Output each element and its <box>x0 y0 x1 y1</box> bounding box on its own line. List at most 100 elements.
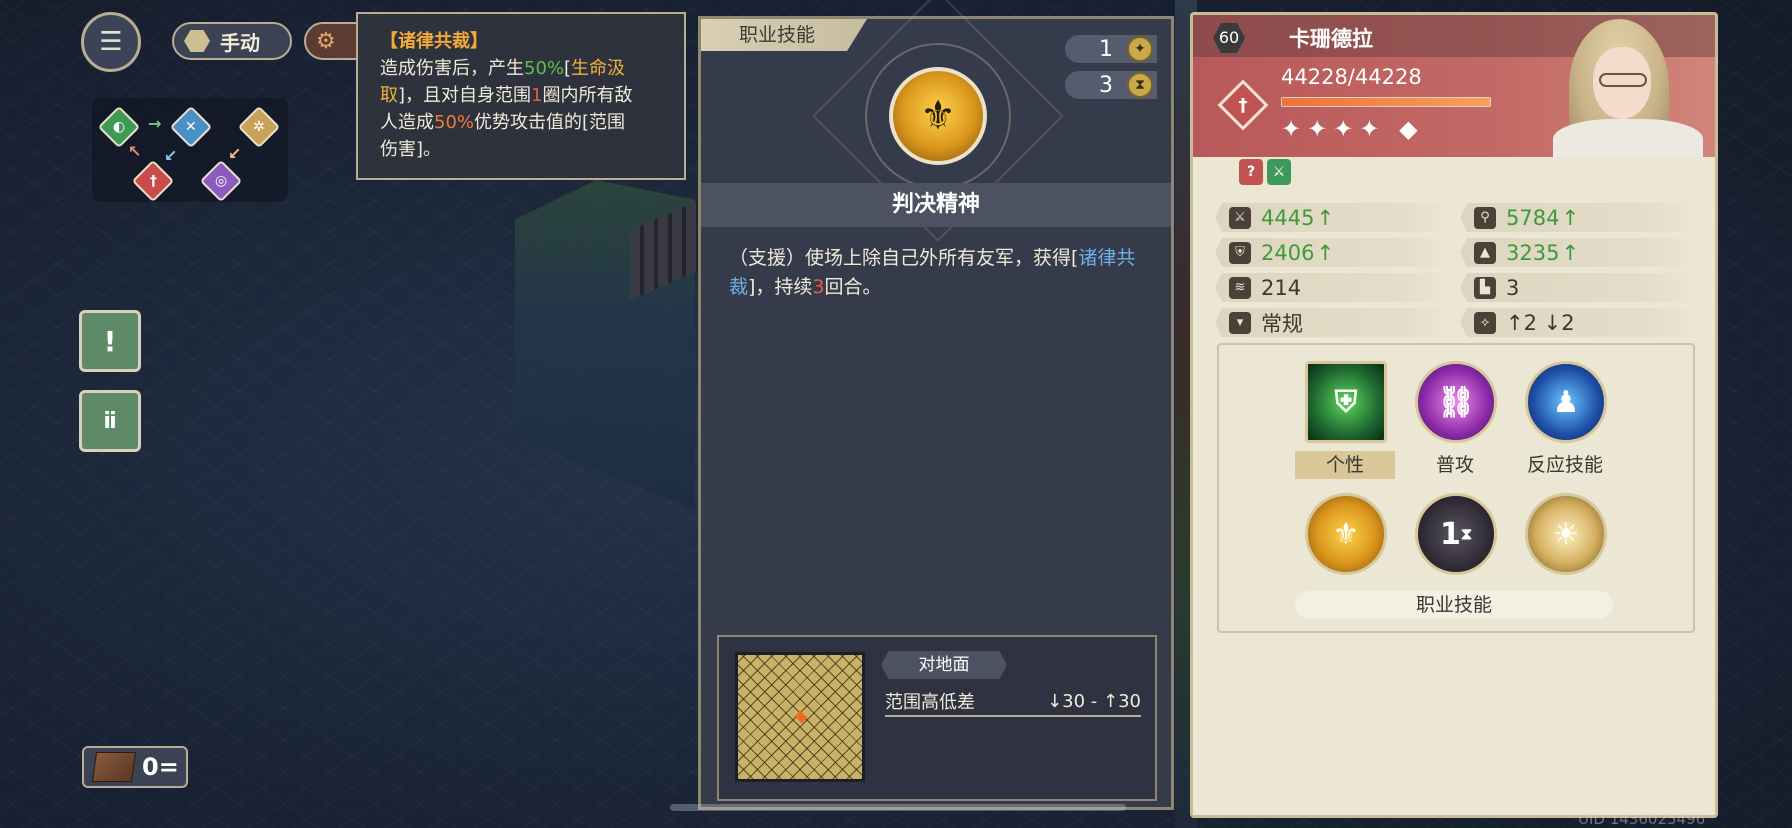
height-difference-value: ↓30 - ↑30 <box>1047 690 1141 712</box>
character-portrait[interactable] <box>1533 15 1715 157</box>
menu-button[interactable]: ☰ <box>81 12 141 72</box>
skill-cooldown-pill: 3 ⧗ <box>1065 71 1157 99</box>
status-effects: ? ⚔ <box>1239 159 1291 185</box>
stat-value: 2406 <box>1261 240 1315 265</box>
class-skill-label: 职业技能 <box>1295 591 1613 619</box>
reaction-skill-label: 反应技能 <box>1526 454 1603 476</box>
terrain-block-counter[interactable]: 0= <box>82 746 188 788</box>
star-coin-icon: ✦ <box>1127 36 1153 62</box>
range-info-box: 对地面 范围高低差 ↓30 - ↑30 <box>717 635 1157 801</box>
auto-battle-button[interactable]: ⚙ <box>304 22 364 60</box>
skill-emblem: ⚜ <box>812 0 1064 242</box>
trait-skill-icon[interactable]: ⛨ <box>1305 361 1387 443</box>
skill-cooldown-value: 3 <box>1099 72 1113 98</box>
class-skill-2-icon[interactable]: 1 ⧗ <box>1415 493 1497 575</box>
arrow-icon: ↙ <box>164 146 178 165</box>
stat-value: 常规 <box>1261 311 1303 336</box>
stat-row: ⛨ 2406 ↑ <box>1215 238 1450 267</box>
trait-label: 个性 <box>1295 451 1395 479</box>
range-center-marker <box>794 710 808 724</box>
warrior-class-icon: † <box>1217 79 1269 131</box>
stat-value: 214 <box>1261 275 1302 300</box>
units-icon: ⅱ <box>103 408 117 434</box>
skill-cost-value: 1 <box>1099 36 1113 62</box>
lancer-class-icon: ✕ <box>169 105 213 149</box>
character-name: 卡珊德拉 <box>1289 27 1373 51</box>
skill-cost-pill: 1 ✦ <box>1065 35 1157 63</box>
arrow-icon: ↖ <box>128 142 142 161</box>
tooltip-line-2: 取]，且对自身范围1圈内所有敌 <box>380 85 633 106</box>
hexagon-icon <box>184 30 210 52</box>
mage-class-icon: ◎ <box>199 159 243 203</box>
stat-row: ▲ 3235 ↑ <box>1460 238 1695 267</box>
skill-description: （支援）使场上除自己外所有友军，获得[诸律共裁]，持续3回合。 <box>729 247 1136 298</box>
stat-arrow: ↑ <box>1561 240 1580 265</box>
stat-row: ▙ 3 <box>1460 273 1695 302</box>
sword-icon: ⚔ <box>1229 206 1251 229</box>
tooltip-line-1: 造成伤害后，产生50%[生命汲 <box>380 58 626 79</box>
wing-icon: ≋ <box>1229 276 1251 299</box>
cooldown-count: 1 <box>1439 516 1461 552</box>
hp-bar-fill <box>1282 98 1490 106</box>
block-count: 0= <box>142 753 179 781</box>
mode-label: 手动 <box>220 30 260 55</box>
stat-row: ⚔ 4445 ↑ <box>1215 203 1450 232</box>
arrow-icon: ↙ <box>228 144 242 163</box>
class-advantage-chart[interactable]: ◐ → ✕ ✲ ↖ ↙ ↙ † ◎ <box>92 98 288 203</box>
judgment-skill-icon: ⚜ <box>889 67 987 165</box>
alert-button[interactable]: ! <box>79 310 141 372</box>
stat-arrow: ↑ <box>1316 240 1335 265</box>
stat-row: ⚲ 5784 ↑ <box>1460 203 1695 232</box>
tooltip-line-4: 伤害]。 <box>380 139 442 160</box>
stat-value: 3 <box>1506 275 1520 300</box>
manual-mode-button[interactable]: 手动 <box>172 22 292 60</box>
height-difference-label: 范围高低差 <box>885 692 975 713</box>
sword-buff-icon[interactable]: ⚔ <box>1267 159 1291 185</box>
skill-name: 判决精神 <box>701 183 1171 227</box>
range-grid-preview <box>735 652 865 782</box>
stat-row: ⟡ ↑2 ↓2 <box>1460 308 1695 337</box>
tooltip-title: 【诸律共裁】 <box>380 31 488 52</box>
block-icon <box>91 752 137 782</box>
normal-attack-label: 普攻 <box>1435 454 1474 476</box>
move-type-icon: ▾ <box>1229 311 1251 334</box>
warrior-class-icon: † <box>131 159 175 203</box>
stat-row: ▾ 常规 <box>1215 308 1450 337</box>
hourglass-icon: ⧗ <box>1460 524 1473 543</box>
shield-icon: ⛨ <box>1229 241 1251 264</box>
stat-value: 5784 <box>1506 205 1560 230</box>
rarity-stars: ✦✦✦✦ ◆ <box>1281 115 1424 143</box>
hamburger-menu-icon: ☰ <box>99 27 123 57</box>
target-ground-label: 对地面 <box>881 651 1007 679</box>
character-panel: 60 卡珊德拉 † 44228/44228 ✦✦✦✦ ◆ ? ⚔ ⚔ 4445 ↑ ⚲… <box>1190 12 1718 818</box>
boot-icon: ▙ <box>1474 276 1496 299</box>
hourglass-icon: ⧗ <box>1127 72 1153 98</box>
unknown-status-icon[interactable]: ? <box>1239 159 1263 185</box>
height-difference-row: 范围高低差 ↓30 - ↑30 <box>885 687 1141 717</box>
stat-arrow: ↑ <box>1561 205 1580 230</box>
hp-bar <box>1281 97 1491 107</box>
scrollbar[interactable] <box>670 804 1126 811</box>
skills-box: ⛨ 个性 ⛓ 普攻 ♟ 反应技能 ⚜ 1 ⧗ ☀ 职业技能 <box>1217 343 1695 633</box>
normal-attack-icon[interactable]: ⛓ <box>1415 361 1497 443</box>
wizard-hat-icon: ▲ <box>1474 241 1496 264</box>
stat-value: 3235 <box>1506 240 1560 265</box>
status-tooltip: 【诸律共裁】 造成伤害后，产生50%[生命汲 取]，且对自身范围1圈内所有敌 人… <box>356 12 686 180</box>
jump-icon: ⟡ <box>1474 311 1496 334</box>
exclamation-icon: ! <box>103 324 117 358</box>
support-class-icon: ✲ <box>237 105 281 149</box>
stats-grid: ⚔ 4445 ↑ ⚲ 5784 ↑ ⛨ 2406 ↑ ▲ 3235 ↑ ≋ 214 ▙ 3 ▾ 常规 ⟡ ↑2 ↓2 <box>1215 203 1695 337</box>
stat-value: ↑2 ↓2 <box>1506 310 1575 335</box>
skill-detail-panel: 职业技能 ⚜ 1 ✦ 3 ⧗ 判决精神 （支援）使场上除自己外所有友军，获得[诸… <box>698 0 1174 810</box>
hp-text: 44228/44228 <box>1281 65 1422 89</box>
unit-info-button[interactable]: ⅱ <box>79 390 141 452</box>
staff-icon: ⚲ <box>1474 206 1496 229</box>
reaction-skill-icon[interactable]: ♟ <box>1525 361 1607 443</box>
stat-row: ≋ 214 <box>1215 273 1450 302</box>
stat-arrow: ↑ <box>1316 205 1335 230</box>
stat-value: 4445 <box>1261 205 1315 230</box>
judgment-skill-icon[interactable]: ⚜ <box>1305 493 1387 575</box>
tooltip-line-3: 人造成50%优势攻击值的[范围 <box>380 112 626 133</box>
class-skill-tab[interactable]: 职业技能 <box>701 19 867 51</box>
class-skill-3-icon[interactable]: ☀ <box>1525 493 1607 575</box>
